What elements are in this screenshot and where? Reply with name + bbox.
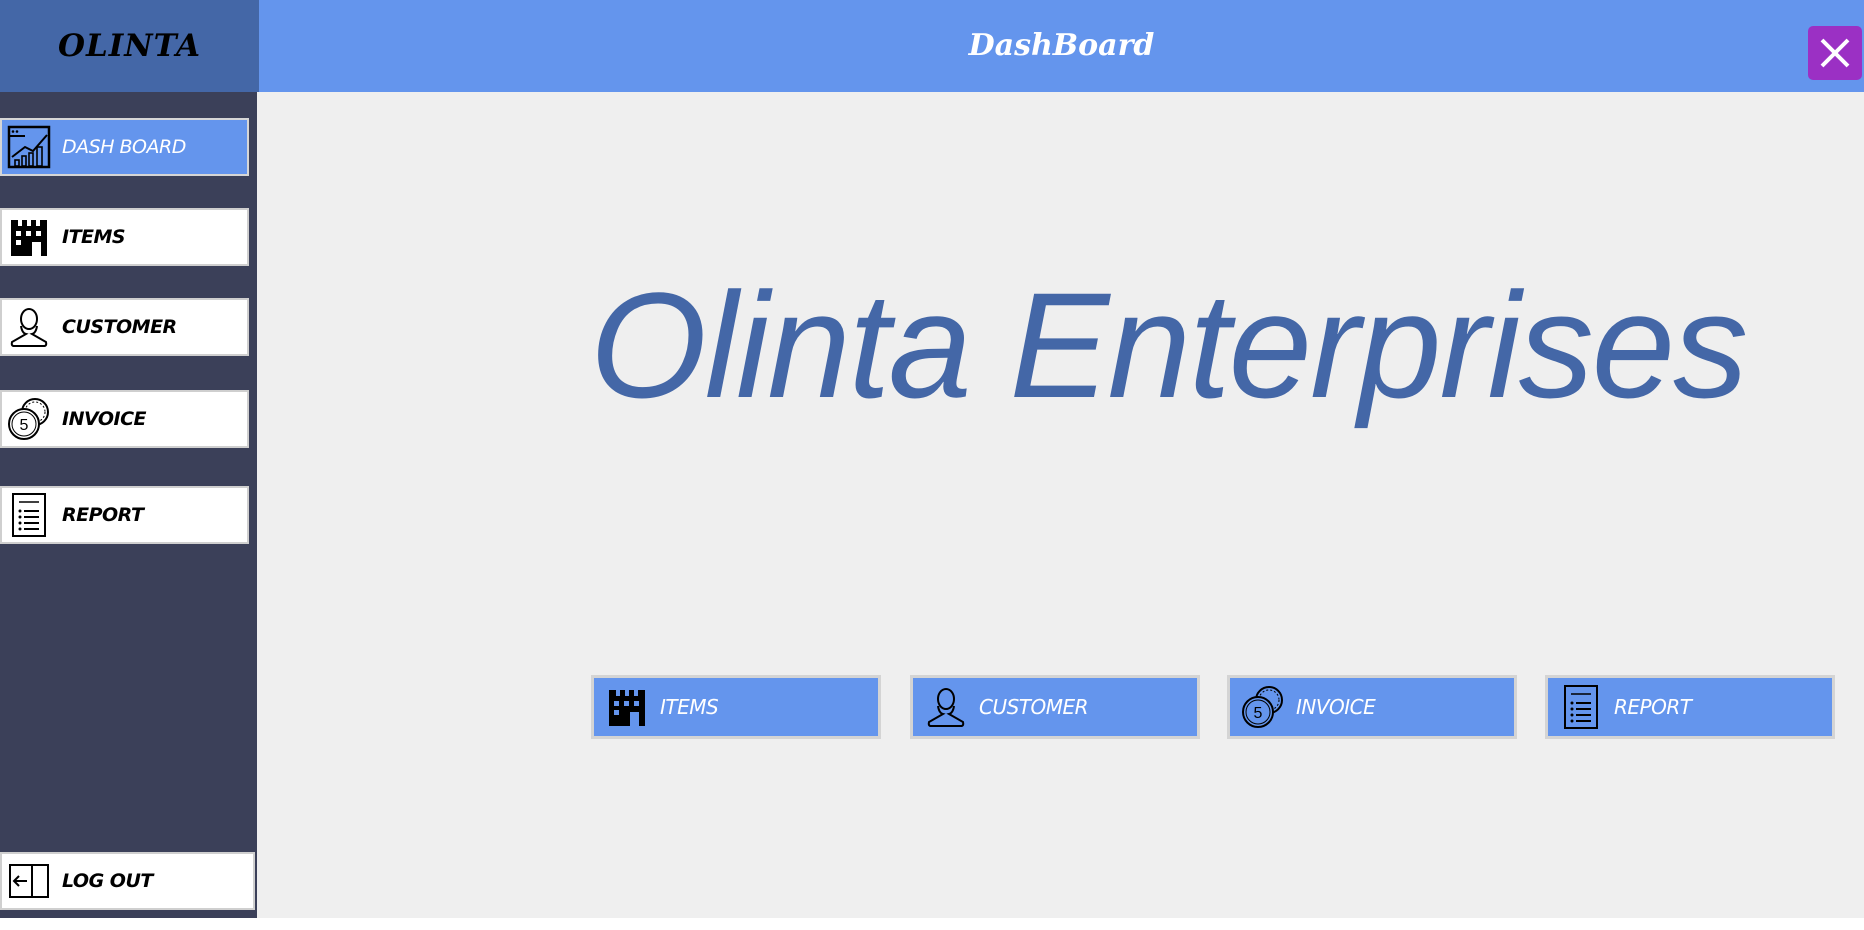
coins-icon: 5 — [1240, 684, 1286, 730]
sidebar-item-customer[interactable]: CUSTOMER — [0, 298, 249, 356]
person-icon — [923, 684, 969, 730]
sidebar: OLINTA DASH BOARD ITEMS CUSTOMER 5 INVOI… — [0, 0, 259, 918]
sidebar-item-report[interactable]: REPORT — [0, 486, 249, 544]
sidebar-item-label: ITEMS — [62, 226, 126, 248]
tile-invoice[interactable]: 5 INVOICE — [1227, 675, 1517, 739]
logout-icon — [6, 858, 52, 904]
tile-report[interactable]: REPORT — [1545, 675, 1835, 739]
sidebar-item-label: REPORT — [62, 504, 144, 526]
brand-logo-text: OLINTA — [57, 28, 202, 64]
tile-label: REPORT — [1614, 695, 1692, 719]
report-list-icon — [6, 492, 52, 538]
person-icon — [6, 304, 52, 350]
svg-text:5: 5 — [20, 417, 29, 434]
app-window: OLINTA DASH BOARD ITEMS CUSTOMER 5 INVOI… — [0, 0, 1864, 918]
sidebar-item-dashboard[interactable]: DASH BOARD — [0, 118, 249, 176]
page-title: DashBoard — [968, 28, 1155, 63]
coins-icon: 5 — [6, 396, 52, 442]
svg-text:5: 5 — [1254, 705, 1263, 722]
logout-button[interactable]: LOG OUT — [0, 852, 255, 910]
logout-label: LOG OUT — [62, 870, 153, 892]
tile-label: CUSTOMER — [979, 695, 1089, 719]
tile-items[interactable]: ITEMS — [591, 675, 881, 739]
company-name: Olinta Enterprises — [590, 261, 1748, 429]
close-icon — [1818, 36, 1852, 70]
sidebar-item-invoice[interactable]: 5 INVOICE — [0, 390, 249, 448]
tile-label: ITEMS — [660, 695, 719, 719]
sidebar-item-items[interactable]: ITEMS — [0, 208, 249, 266]
sidebar-item-label: CUSTOMER — [62, 316, 177, 338]
close-button[interactable] — [1808, 26, 1862, 80]
tile-customer[interactable]: CUSTOMER — [910, 675, 1200, 739]
tile-label: INVOICE — [1296, 695, 1376, 719]
report-list-icon — [1558, 684, 1604, 730]
store-icon — [604, 684, 650, 730]
brand-header: OLINTA — [0, 0, 259, 92]
top-header: DashBoard — [259, 0, 1864, 92]
sidebar-item-label: INVOICE — [62, 408, 147, 430]
sidebar-item-label: DASH BOARD — [62, 136, 186, 158]
dashboard-chart-icon — [6, 124, 52, 170]
store-icon — [6, 214, 52, 260]
